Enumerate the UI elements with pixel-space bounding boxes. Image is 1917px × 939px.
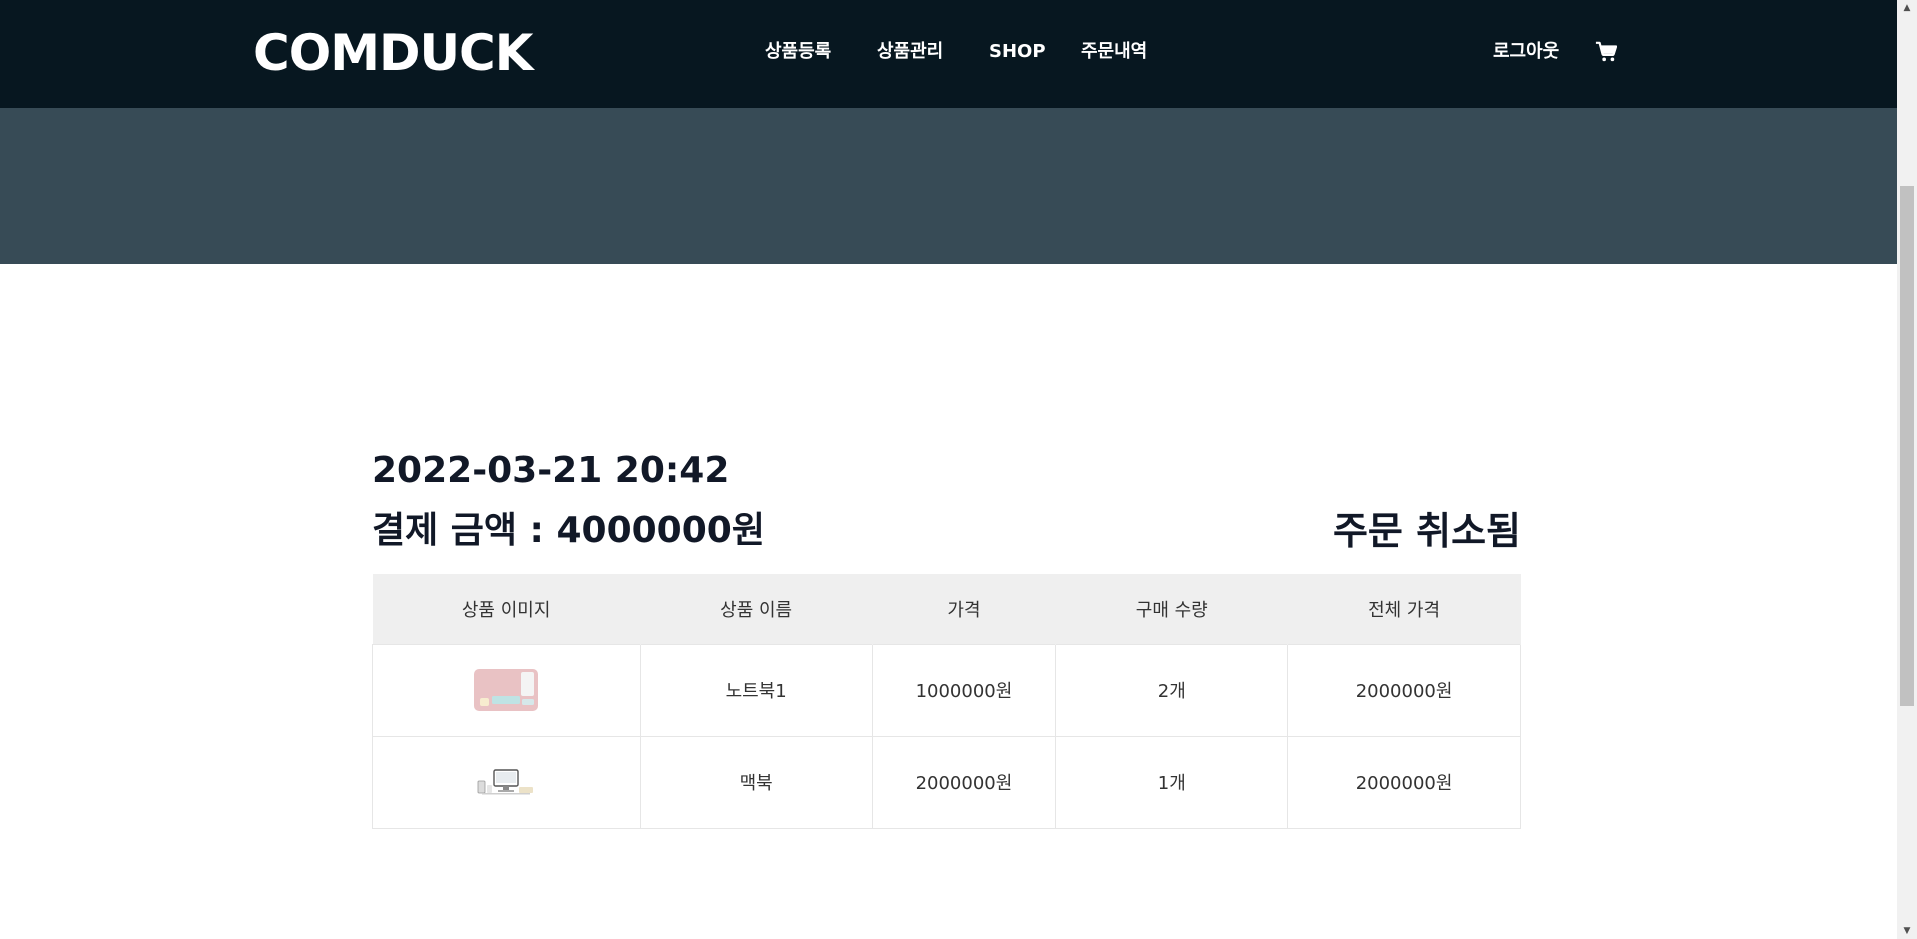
product-name-cell: 노트북1 [639,643,873,737]
scroll-down-arrow-icon[interactable]: ▼ [1897,923,1917,939]
column-header-price: 가격 [872,574,1057,644]
table-header-row: 상품 이미지 상품 이름 가격 구매 수량 전체 가격 [372,574,1521,644]
nav-item-product-manage[interactable]: 상품관리 [877,38,943,66]
logout-link[interactable]: 로그아웃 [1493,38,1559,66]
order-items-table: 상품 이미지 상품 이름 가격 구매 수량 전체 가격 노트북1 1000000… [372,574,1521,829]
nav-item-shop[interactable]: SHOP [989,38,1046,66]
nav-right-group: 로그아웃 [1493,38,1618,66]
table-row: 노트북1 1000000원 2개 2000000원 [372,643,1521,737]
shopping-cart-icon[interactable] [1595,41,1618,63]
site-logo[interactable]: COMDUCK [253,22,533,84]
nav-item-order-history[interactable]: 주문내역 [1081,38,1147,66]
macbook-thumbnail-image[interactable] [474,761,539,803]
column-header-total: 전체 가격 [1287,574,1521,644]
product-image-cell [372,735,641,829]
product-total-cell: 2000000원 [1287,735,1521,829]
product-price-cell: 1000000원 [871,643,1057,737]
hero-banner [0,108,1897,264]
product-image-cell [372,643,641,737]
nav-item-product-register[interactable]: 상품등록 [765,38,831,66]
product-name-cell: 맥북 [639,735,873,829]
product-quantity-cell: 2개 [1055,643,1289,737]
order-status: 주문 취소됨 [1332,509,1521,553]
table-row: 맥북 2000000원 1개 2000000원 [372,735,1521,829]
top-navigation-bar: COMDUCK 상품등록 상품관리 SHOP 주문내역 로그아웃 [0,0,1897,108]
order-total-amount: 결제 금액 : 4000000원 [372,510,765,551]
column-header-image: 상품 이미지 [372,574,641,644]
product-price-cell: 2000000원 [871,735,1057,829]
scroll-up-arrow-icon[interactable]: ▲ [1897,0,1917,16]
vertical-scrollbar[interactable]: ▲ ▼ [1897,0,1917,939]
column-header-quantity: 구매 수량 [1055,574,1289,644]
page: COMDUCK 상품등록 상품관리 SHOP 주문내역 로그아웃 2022-03… [0,0,1897,939]
scrollbar-thumb[interactable] [1900,186,1914,706]
order-date: 2022-03-21 20:42 [372,450,730,491]
column-header-name: 상품 이름 [640,574,873,644]
laptop-thumbnail-image[interactable] [474,669,539,711]
product-total-cell: 2000000원 [1287,643,1521,737]
product-quantity-cell: 1개 [1055,735,1289,829]
